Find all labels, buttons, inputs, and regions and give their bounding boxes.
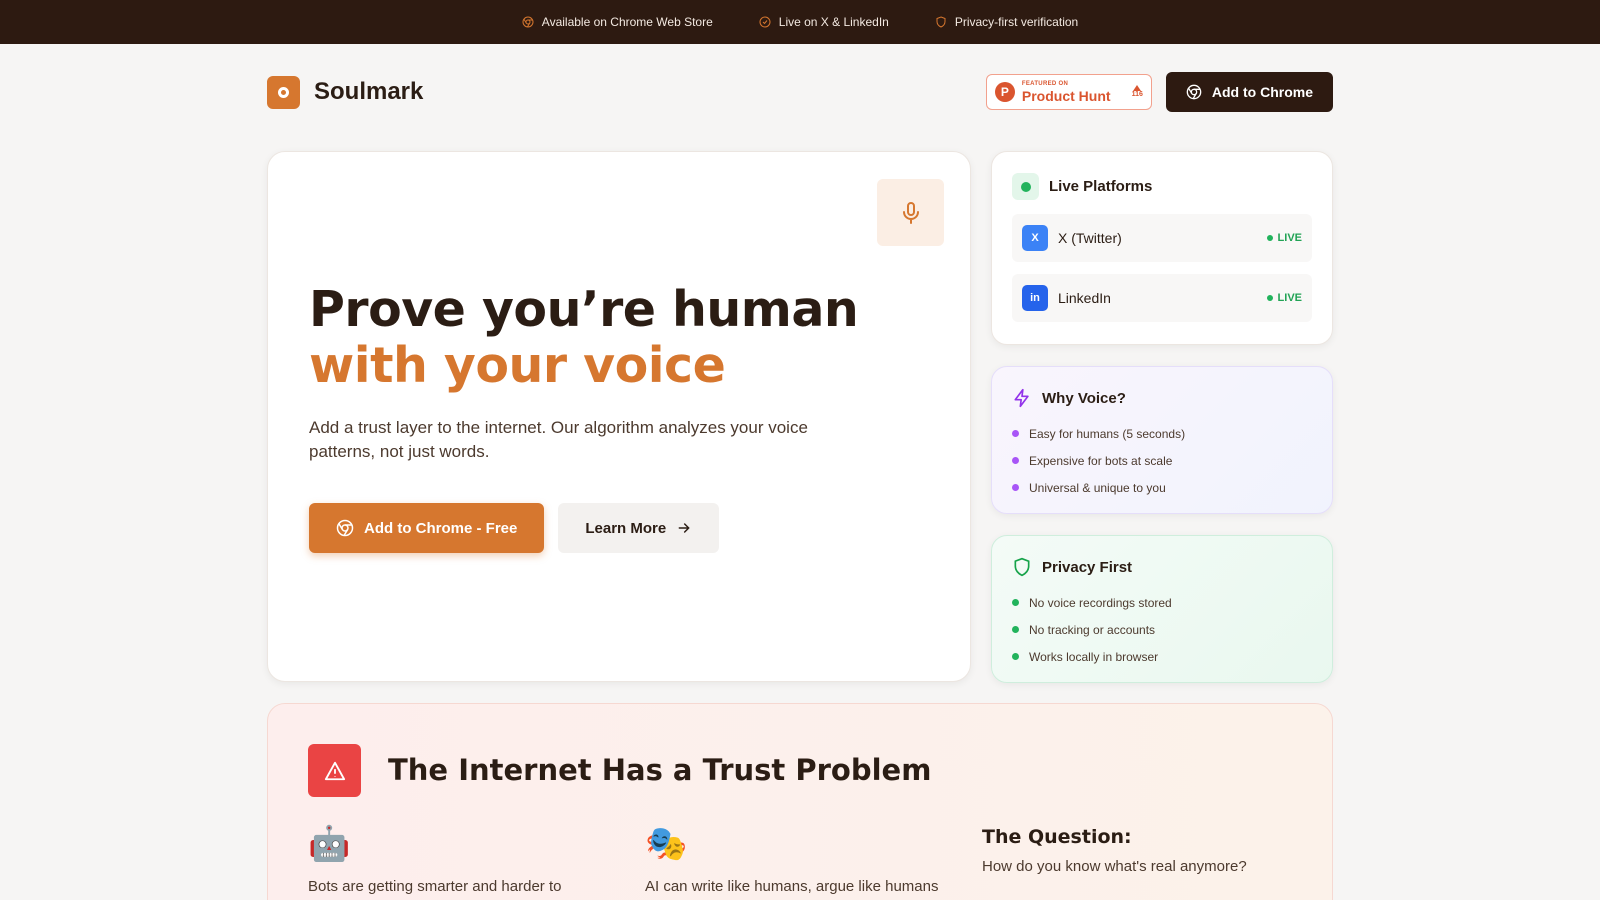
hero-title-line1: Prove you’re human: [309, 281, 859, 338]
platform-row-x[interactable]: X X (Twitter) LIVE: [1012, 214, 1312, 262]
privacy-list: No voice recordings stored No tracking o…: [1012, 589, 1312, 670]
add-to-chrome-free-button[interactable]: Add to Chrome - Free: [309, 503, 545, 553]
privacy-first-card: Privacy First No voice recordings stored…: [991, 535, 1333, 683]
live-platforms-title: Live Platforms: [1012, 173, 1312, 200]
live-badge: LIVE: [1266, 232, 1302, 244]
live-platforms-card: Live Platforms X X (Twitter) LIVE in Lin…: [991, 151, 1333, 345]
why-voice-title: Why Voice?: [1012, 388, 1312, 408]
brand[interactable]: Soulmark: [267, 75, 424, 109]
trust-title: The Internet Has a Trust Problem: [388, 753, 932, 787]
list-item: Expensive for bots at scale: [1012, 447, 1312, 474]
topbar-item-chrome-store: Available on Chrome Web Store: [522, 15, 713, 29]
shield-icon: [936, 16, 946, 28]
trust-col-text: AI can write like humans, argue like hum…: [645, 878, 939, 895]
hero-lead: Add a trust layer to the internet. Our a…: [309, 418, 808, 461]
button-label: Add to Chrome - Free: [364, 519, 518, 537]
announcement-bar: Available on Chrome Web Store Live on X …: [0, 0, 1600, 44]
hero-title-line2: with your voice: [309, 337, 726, 394]
ph-vote-count: 116: [1131, 91, 1143, 99]
header-actions: P FEATURED ON Product Hunt 116 Add to Ch…: [985, 72, 1333, 112]
topbar-label: Privacy-first verification: [954, 15, 1079, 29]
chrome-icon: [522, 16, 534, 28]
hero-title: Prove you’re human with your voice: [309, 281, 859, 394]
button-label: Add to Chrome: [1211, 84, 1313, 100]
x-icon: X: [1022, 225, 1048, 251]
chrome-icon: [1186, 84, 1202, 100]
lightning-icon: [1014, 388, 1029, 408]
linkedin-icon: in: [1022, 285, 1048, 311]
shield-icon: [1014, 557, 1030, 577]
why-voice-list: Easy for humans (5 seconds) Expensive fo…: [1012, 420, 1312, 501]
trust-col-question: The Question: How do you know what's rea…: [982, 826, 1282, 875]
platform-row-linkedin[interactable]: in LinkedIn LIVE: [1012, 274, 1312, 322]
product-hunt-icon: P: [994, 82, 1015, 102]
topbar-item-live: Live on X & LinkedIn: [759, 15, 889, 29]
topbar-item-privacy: Privacy-first verification: [935, 15, 1078, 29]
ph-votes: 116: [1132, 85, 1143, 99]
card-title-label: Why Voice?: [1042, 389, 1126, 407]
warning-icon: [308, 744, 361, 797]
chrome-icon: [336, 519, 354, 537]
card-title-label: Live Platforms: [1049, 178, 1153, 195]
platform-name: X (Twitter): [1058, 230, 1122, 246]
ph-name: Product Hunt: [1021, 88, 1111, 104]
question-text: How do you know what's real anymore?: [982, 858, 1247, 875]
card-title-label: Privacy First: [1042, 558, 1133, 576]
ph-featured-label: FEATURED ON: [1021, 81, 1069, 87]
live-status-icon: [1012, 173, 1039, 200]
robot-icon: 🤖: [308, 824, 351, 864]
product-hunt-badge[interactable]: P FEATURED ON Product Hunt 116: [985, 74, 1152, 110]
check-circle-icon: [759, 16, 771, 28]
topbar-label: Available on Chrome Web Store: [541, 15, 713, 29]
live-badge: LIVE: [1266, 292, 1302, 304]
list-item: No voice recordings stored: [1012, 589, 1312, 616]
list-item: Universal & unique to you: [1012, 474, 1312, 501]
trust-col-ai: 🎭 AI can write like humans, argue like h…: [645, 824, 945, 895]
hero-card: Prove you’re human with your voice Add a…: [267, 151, 971, 682]
list-item: No tracking or accounts: [1012, 616, 1312, 643]
hero-cta-row: Add to Chrome - Free Learn More: [309, 503, 720, 553]
add-to-chrome-header-button[interactable]: Add to Chrome: [1165, 72, 1333, 112]
trust-col-text: Bots are getting smarter and harder to: [308, 878, 562, 895]
arrow-right-icon: [678, 523, 690, 533]
trust-problem-section: The Internet Has a Trust Problem 🤖 Bots …: [267, 703, 1333, 900]
list-item: Easy for humans (5 seconds): [1012, 420, 1312, 447]
why-voice-card: Why Voice? Easy for humans (5 seconds) E…: [991, 366, 1333, 514]
microphone-icon[interactable]: [877, 179, 944, 246]
site-header: Soulmark P FEATURED ON Product Hunt 116 …: [267, 71, 1333, 113]
learn-more-button[interactable]: Learn More: [558, 503, 720, 553]
privacy-first-title: Privacy First: [1012, 557, 1312, 577]
brand-logo-icon: [267, 75, 300, 109]
button-label: Learn More: [585, 519, 667, 537]
list-item: Works locally in browser: [1012, 643, 1312, 670]
theater-masks-icon: 🎭: [645, 824, 688, 864]
platform-name: LinkedIn: [1058, 290, 1111, 306]
trust-col-bots: 🤖 Bots are getting smarter and harder to: [308, 824, 608, 895]
topbar-label: Live on X & LinkedIn: [778, 15, 889, 29]
question-title: The Question:: [982, 826, 1132, 848]
brand-name: Soulmark: [314, 78, 424, 105]
